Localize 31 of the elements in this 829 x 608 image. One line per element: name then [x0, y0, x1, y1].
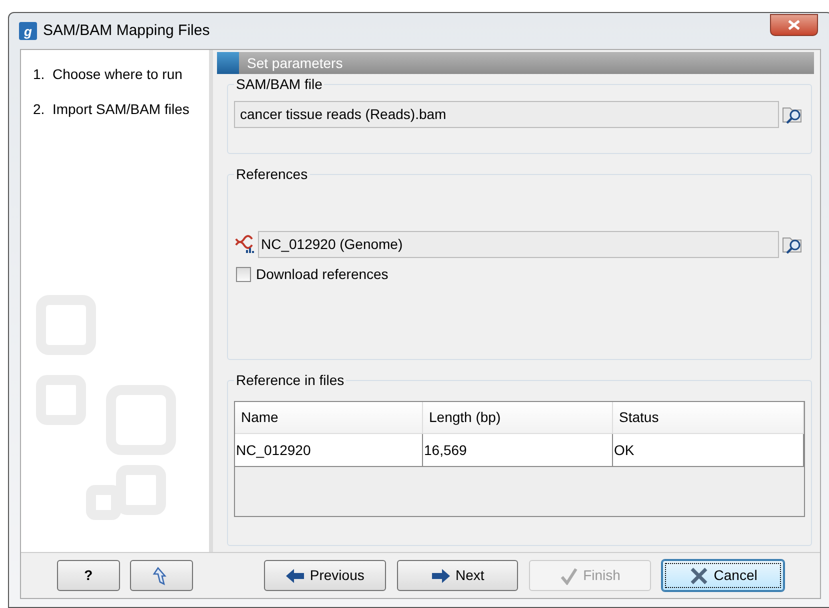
- table-cell: 16,569: [423, 434, 613, 466]
- checkbox[interactable]: [236, 267, 251, 282]
- group-label: SAM/BAM file: [235, 75, 324, 94]
- app-logo-icon: g: [19, 22, 37, 40]
- left-arrow-icon: [284, 568, 305, 584]
- window-title: SAM/BAM Mapping Files: [43, 20, 210, 41]
- table-cell: NC_012920: [235, 434, 423, 466]
- help-button[interactable]: ?: [57, 560, 120, 591]
- right-arrow-icon: [430, 568, 451, 584]
- column-header[interactable]: Status: [613, 402, 804, 434]
- column-header[interactable]: Name: [235, 402, 423, 434]
- sequence-icon: [234, 234, 256, 254]
- checkbox-label: Download references: [256, 265, 388, 284]
- reference-field[interactable]: NC_012920 (Genome): [258, 231, 779, 258]
- file-field[interactable]: cancer tissue reads (Reads).bam: [234, 101, 779, 128]
- column-header[interactable]: Length (bp): [423, 402, 613, 434]
- step-item[interactable]: 1. Choose where to run: [33, 64, 197, 85]
- checkmark-icon: [560, 566, 578, 584]
- table-cell: OK: [613, 434, 804, 466]
- header-accent: [217, 52, 239, 74]
- panel-title: Set parameters: [247, 54, 343, 73]
- cancel-button[interactable]: Cancel: [662, 560, 784, 591]
- cross-icon: [688, 566, 709, 584]
- next-button[interactable]: Next: [396, 560, 518, 591]
- reset-button[interactable]: [130, 560, 193, 591]
- group-label: Reference in files: [235, 371, 346, 390]
- previous-button[interactable]: Previous: [264, 560, 386, 591]
- step-item[interactable]: 2. Import SAM/BAM files: [33, 99, 197, 120]
- close-button[interactable]: [770, 14, 818, 36]
- group-label: References: [235, 165, 309, 184]
- close-icon: [788, 20, 800, 30]
